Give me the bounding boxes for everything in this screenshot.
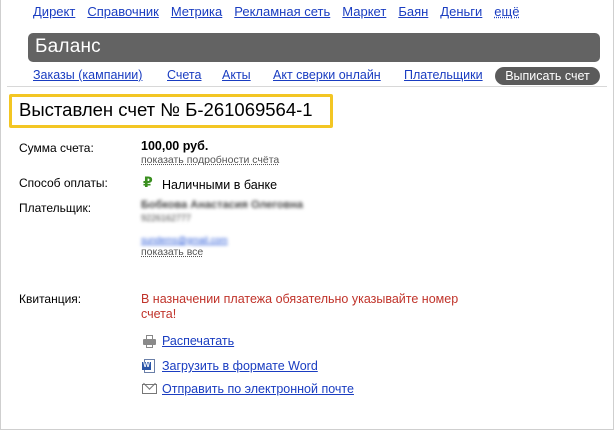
email-action[interactable]: Отправить по электронной почте (142, 377, 354, 396)
word-document-icon: W (142, 359, 157, 373)
send-email-link[interactable]: Отправить по электронной почте (162, 382, 354, 396)
sub-nav-acts[interactable]: Акты (222, 68, 251, 82)
divider (7, 86, 607, 87)
payment-method-value: Наличными в банке (162, 178, 278, 192)
sub-nav-payers[interactable]: Плательщики (404, 68, 483, 82)
payment-label: Способ оплаты: (19, 176, 108, 190)
word-action[interactable]: W Загрузить в формате Word (142, 359, 318, 373)
sub-nav-reconciliation[interactable]: Акт сверки онлайн (273, 68, 381, 82)
top-nav-metrika[interactable]: Метрика (171, 4, 222, 22)
envelope-icon (142, 377, 157, 396)
create-invoice-button[interactable]: Выписать счет (495, 67, 600, 85)
payer-phone: 9226162777 (141, 213, 192, 223)
printer-icon (142, 334, 157, 348)
top-nav-direct[interactable]: Директ (33, 4, 75, 22)
ruble-icon: ₽ (143, 174, 153, 190)
invoice-details-link[interactable]: показать подробности счёта (141, 154, 279, 166)
top-nav: Директ Справочник Метрика Рекламная сеть… (33, 4, 531, 22)
top-nav-ad-network[interactable]: Рекламная сеть (234, 4, 330, 22)
balance-header-bar: Баланс (28, 33, 600, 62)
sub-nav-invoices[interactable]: Счета (167, 68, 201, 82)
sum-label: Сумма счета: (19, 141, 94, 155)
print-action[interactable]: Распечатать (142, 334, 234, 348)
top-nav-reference[interactable]: Справочник (87, 4, 159, 22)
payer-extra (141, 224, 303, 235)
invoice-heading: Выставлен счет № Б-261069564-1 (19, 99, 313, 120)
payer-name: Бобкова Анастасия Олеговна (141, 199, 304, 211)
receipt-warning: В назначении платежа обязательно указыва… (141, 292, 459, 321)
download-word-link[interactable]: Загрузить в формате Word (162, 359, 318, 373)
top-nav-money[interactable]: Деньги (440, 4, 482, 22)
top-nav-more[interactable]: ещё (494, 4, 519, 22)
top-nav-bayan[interactable]: Баян (398, 4, 428, 22)
sub-nav-orders[interactable]: Заказы (кампании) (33, 68, 142, 82)
payer-block: Бобкова Анастасия Олеговна 9226162777 su… (141, 200, 303, 258)
top-nav-market[interactable]: Маркет (342, 4, 386, 22)
print-link[interactable]: Распечатать (162, 334, 234, 348)
payer-email[interactable]: sundems@gmail.com (141, 235, 303, 246)
show-all-link[interactable]: показать все (141, 247, 303, 258)
sum-value: 100,00 руб. (141, 139, 209, 153)
payer-label: Плательщик: (19, 201, 92, 215)
sum-block: 100,00 руб. показать подробности счёта (141, 139, 279, 166)
receipt-label: Квитанция: (19, 292, 82, 306)
page-title: Баланс (35, 36, 101, 57)
